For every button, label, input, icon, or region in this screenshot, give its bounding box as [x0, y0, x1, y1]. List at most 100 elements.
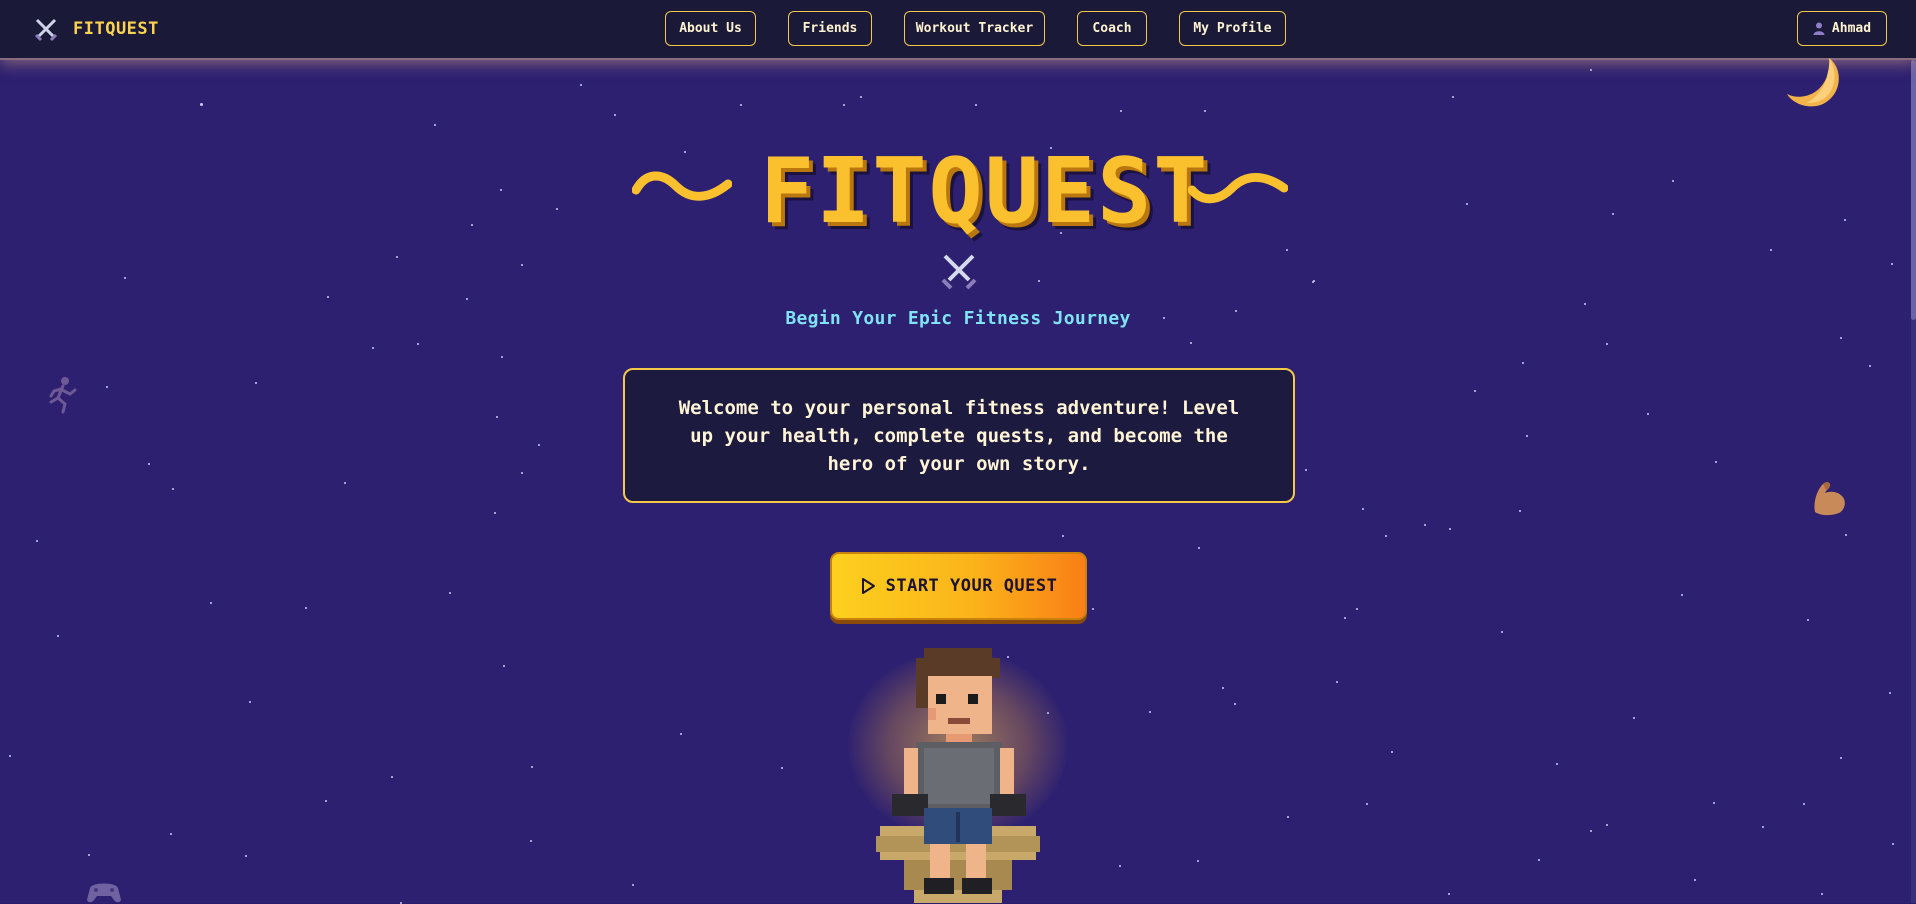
hero-character — [876, 648, 1040, 903]
star — [1590, 69, 1592, 71]
star — [1584, 303, 1586, 305]
star — [1286, 249, 1288, 251]
star — [632, 884, 634, 886]
star — [614, 114, 616, 116]
star — [1312, 281, 1314, 283]
user-profile-button[interactable]: Ahmad — [1797, 11, 1887, 46]
star — [245, 855, 247, 857]
star — [1694, 879, 1696, 881]
star — [396, 256, 398, 258]
star — [1556, 763, 1558, 765]
star — [500, 189, 502, 191]
star — [1803, 803, 1805, 805]
star — [1612, 213, 1614, 215]
star — [501, 356, 503, 358]
star — [1222, 687, 1224, 689]
star — [391, 776, 393, 778]
welcome-message: Welcome to your personal fitness adventu… — [678, 396, 1240, 475]
star — [1234, 703, 1236, 705]
star — [1538, 859, 1540, 861]
star — [1287, 816, 1289, 818]
star — [1869, 365, 1871, 367]
star — [1120, 110, 1122, 112]
star — [1452, 96, 1454, 98]
star — [1449, 528, 1451, 530]
star — [1474, 390, 1476, 392]
nav-about-us-button[interactable]: About Us — [665, 11, 756, 46]
star — [1038, 280, 1040, 282]
star — [1522, 362, 1524, 364]
star — [740, 104, 742, 106]
star — [1366, 803, 1368, 805]
star — [1119, 865, 1121, 867]
star — [531, 766, 533, 768]
star — [1448, 893, 1450, 895]
star — [1606, 824, 1608, 826]
star — [538, 444, 540, 446]
star — [1204, 110, 1206, 112]
star — [1770, 249, 1772, 251]
star — [88, 854, 90, 856]
hero-title: FITQUEST — [760, 139, 1210, 244]
star — [1713, 802, 1715, 804]
star — [1762, 826, 1764, 828]
star — [417, 343, 419, 345]
star — [449, 592, 451, 594]
star — [1647, 413, 1649, 415]
star — [1336, 681, 1338, 683]
star — [1197, 860, 1199, 862]
nav-friends-button[interactable]: Friends — [788, 11, 872, 46]
star — [1715, 461, 1717, 463]
star — [1606, 343, 1608, 345]
star — [1391, 751, 1393, 753]
star — [680, 733, 682, 735]
crossed-swords-icon — [941, 254, 977, 290]
star — [172, 488, 174, 490]
scrollbar-thumb[interactable] — [1911, 60, 1916, 320]
play-icon — [861, 578, 875, 594]
user-icon — [1813, 22, 1825, 35]
star — [1889, 692, 1891, 694]
star — [503, 665, 505, 667]
star — [521, 472, 523, 474]
star — [471, 224, 473, 226]
star — [1305, 469, 1307, 471]
brand-logo[interactable]: FITQUEST — [33, 15, 159, 43]
star — [1356, 608, 1358, 610]
star — [1190, 342, 1192, 344]
hero-title-row: FITQUEST — [632, 139, 1288, 250]
star — [1092, 608, 1094, 610]
hero-tagline: Begin Your Epic Fitness Journey — [785, 308, 1131, 329]
squiggle-decoration-left — [632, 171, 732, 201]
star — [9, 755, 11, 757]
top-navbar: FITQUEST About Us Friends Workout Tracke… — [0, 0, 1916, 60]
runner-icon — [49, 377, 77, 414]
star — [57, 635, 59, 637]
star — [1845, 534, 1847, 536]
star — [372, 347, 374, 349]
start-quest-button[interactable]: START YOUR QUEST — [830, 552, 1087, 620]
star — [200, 103, 203, 106]
star — [1149, 711, 1151, 713]
star — [1840, 757, 1842, 759]
star — [580, 84, 582, 86]
star — [325, 800, 327, 802]
star — [327, 296, 329, 298]
star — [466, 298, 468, 300]
star — [1892, 843, 1894, 845]
star — [434, 124, 436, 126]
brand-name: FITQUEST — [73, 19, 159, 39]
nav-workout-tracker-button[interactable]: Workout Tracker — [904, 11, 1045, 46]
star — [530, 840, 532, 842]
star — [1672, 180, 1674, 182]
start-quest-label: START YOUR QUEST — [885, 576, 1058, 596]
star — [249, 701, 251, 703]
nav-coach-button[interactable]: Coach — [1077, 11, 1147, 46]
star — [1844, 219, 1846, 221]
star — [170, 833, 172, 835]
star — [781, 767, 783, 769]
star — [496, 416, 498, 418]
star — [210, 602, 212, 604]
nav-my-profile-button[interactable]: My Profile — [1179, 11, 1286, 46]
squiggle-decoration-right — [1188, 173, 1288, 204]
